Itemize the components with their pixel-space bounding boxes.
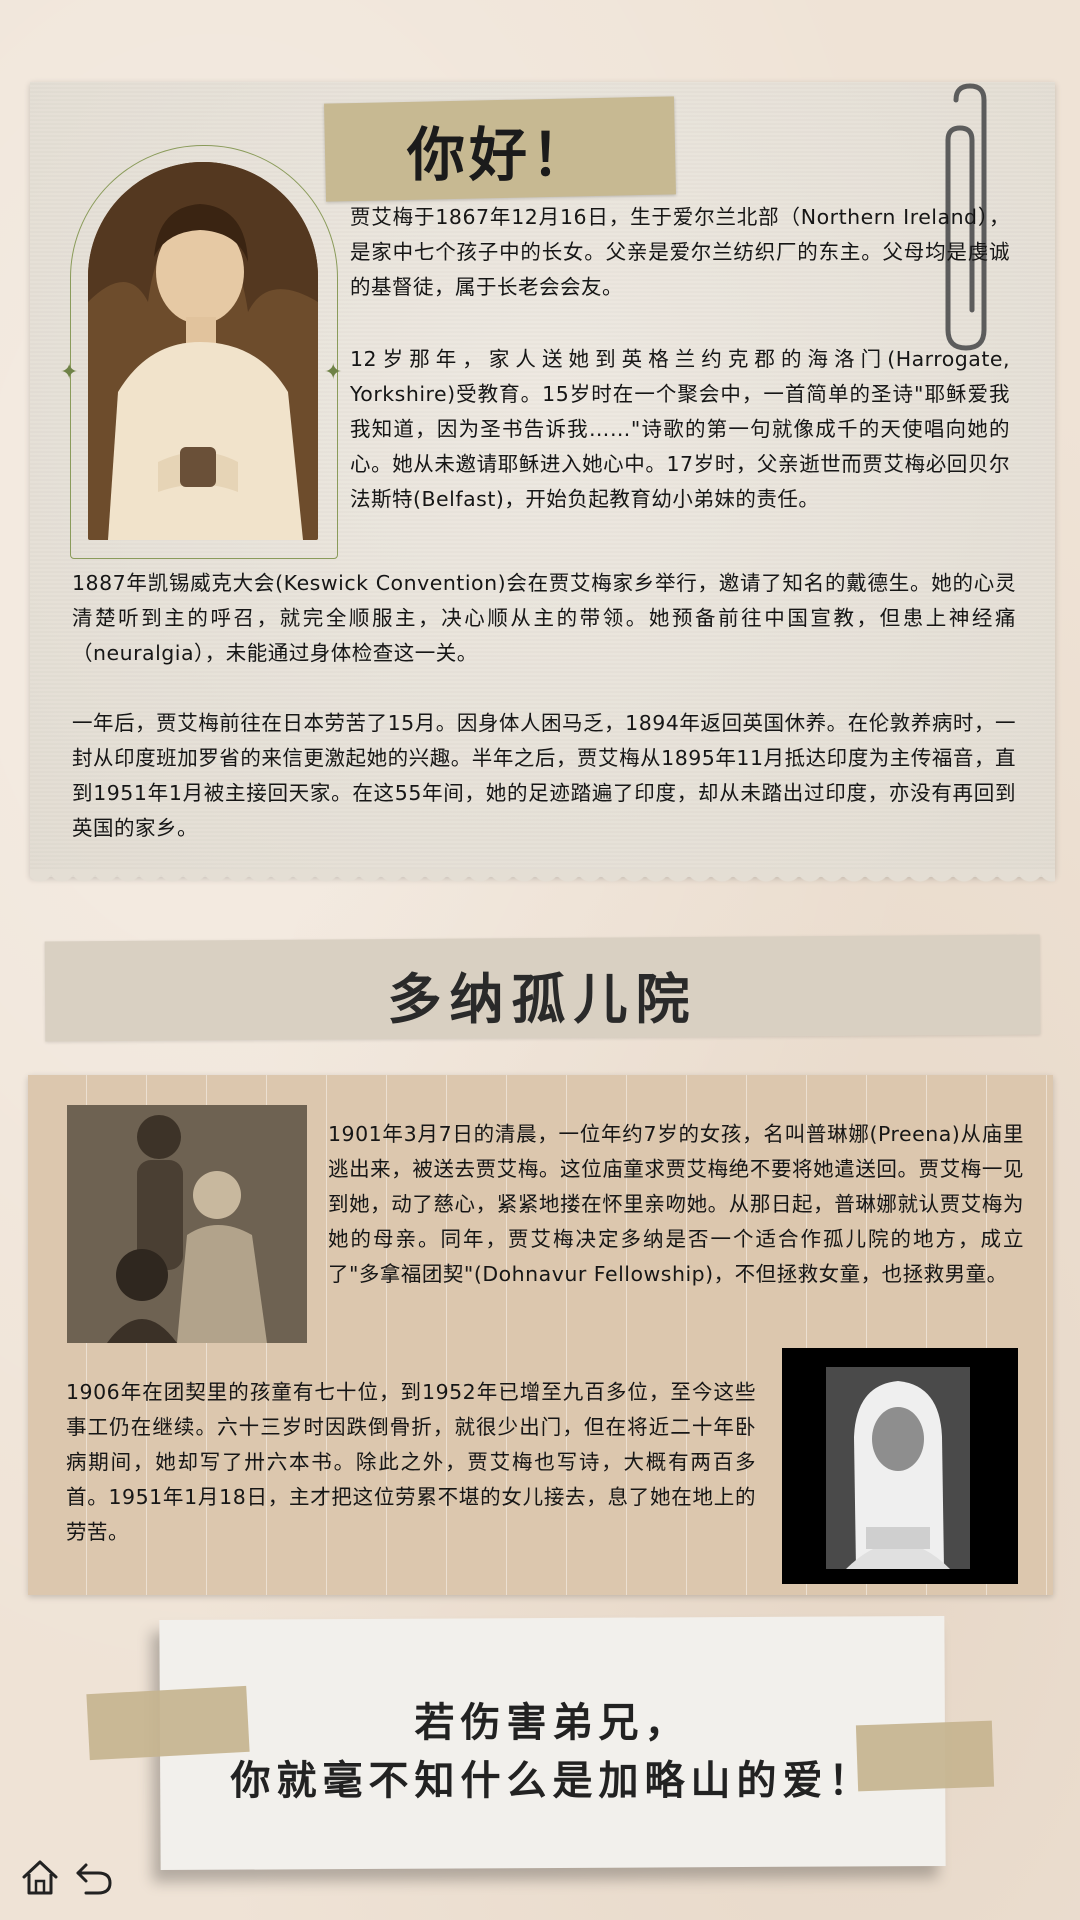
portrait-photo	[88, 162, 318, 540]
quote-line-2: 你就毫不知什么是加略山的爱！	[230, 1757, 875, 1804]
quote-line-1: 若伤害弟兄，	[414, 1699, 691, 1746]
sparkle-right-icon: ✦	[324, 360, 343, 385]
back-icon[interactable]	[72, 1855, 116, 1899]
intro-paragraph-4: 一年后，贾艾梅前往在日本劳苦了15月。因身体人困马乏，1894年返回英国休养。在…	[72, 711, 1016, 840]
torn-edge	[30, 869, 1055, 895]
section-title-hello: 你好！	[406, 121, 593, 189]
home-icon[interactable]	[18, 1855, 62, 1899]
intro-paragraph-3: 1887年凯锡威克大会(Keswick Convention)会在贾艾梅家乡举行…	[72, 571, 1016, 665]
section-title-orphanage: 多纳孤儿院	[387, 967, 698, 1031]
orphanage-paragraph-1: 1901年3月7日的清晨，一位年约7岁的女孩，名叫普琳娜(Preena)从庙里逃…	[328, 1122, 1024, 1286]
children-photo	[67, 1105, 307, 1343]
intro-paragraph-2: 12岁那年，家人送她到英格兰约克郡的海洛门(Harrogate, Yorkshi…	[350, 347, 1010, 511]
elderly-portrait-photo	[826, 1367, 970, 1569]
sparkle-left-icon: ✦	[60, 360, 79, 385]
intro-paragraph-1: 贾艾梅于1867年12月16日，生于爱尔兰北部（Northern Ireland…	[350, 205, 1010, 299]
orphanage-paragraph-2: 1906年在团契里的孩童有七十位，到1952年已增至九百多位，至今这些事工仍在继…	[66, 1380, 756, 1544]
